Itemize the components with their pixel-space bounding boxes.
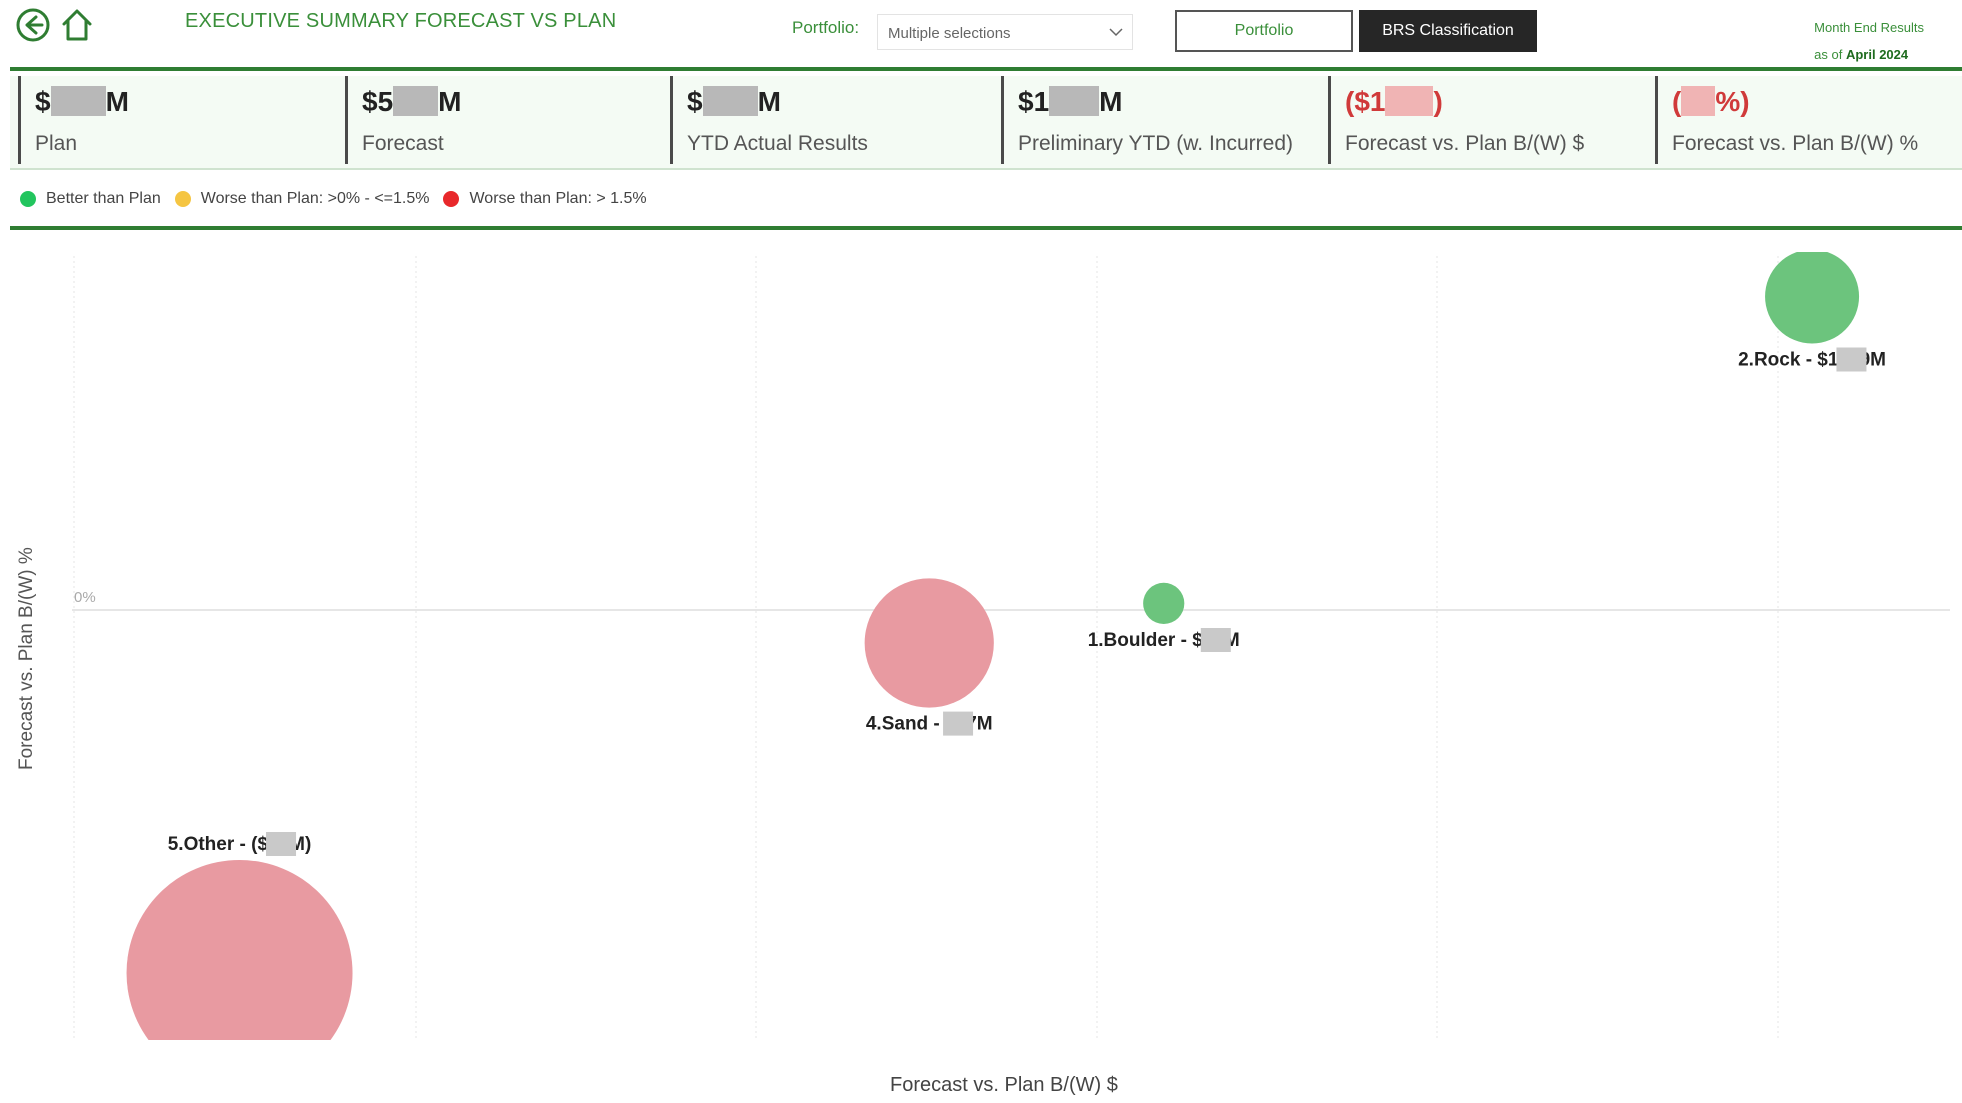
redacted-block (1200, 628, 1231, 652)
asof-date: April 2024 (1845, 47, 1909, 62)
kpi-forecast-vs-plan-percent: (%) Forecast vs. Plan B/(W) % (1655, 76, 1960, 164)
bubble-point[interactable] (126, 860, 353, 1086)
legend-item-better: Better than Plan (20, 190, 161, 208)
kpi-label: YTD Actual Results (687, 132, 868, 155)
kpi-preliminary-ytd: $1 M Preliminary YTD (w. Incurred) (1001, 76, 1331, 164)
portfolio-dropdown-value: Multiple selections (888, 25, 1011, 42)
redacted-block (1836, 347, 1867, 372)
page-title: EXECUTIVE SUMMARY FORECAST VS PLAN (185, 10, 617, 32)
legend-item-worse-low: Worse than Plan: >0% - <=1.5% (174, 190, 430, 208)
back-icon[interactable] (14, 6, 52, 44)
redacted-block (1385, 86, 1434, 116)
kpi-label: Forecast vs. Plan B/(W) % (1672, 132, 1919, 155)
legend-dot-green (20, 191, 36, 207)
bubbles-layer (126, 250, 1860, 1086)
legend-item-worse-high: Worse than Plan: > 1.5% (443, 190, 647, 208)
kpi-label: Plan (35, 132, 78, 155)
portfolio-toggle-button[interactable]: Portfolio (1175, 10, 1353, 52)
legend-dot-red (443, 191, 460, 207)
legend-label: Worse than Plan: > 1.5% (469, 190, 647, 207)
kpi-ytd-actual: $ M YTD Actual Results (670, 76, 1002, 164)
kpi-value: $ M (35, 86, 129, 117)
bubble-labels-layer: 2.Rock - $1 9M1.Boulder - $ M4.Sand - 7M… (168, 347, 1886, 856)
redacted-block (50, 86, 106, 116)
redacted-block (266, 832, 297, 856)
portfolio-filter-label: Portfolio: (792, 18, 860, 37)
redacted-block (1681, 86, 1716, 116)
kpi-forecast-vs-plan-dollars: ($1) Forecast vs. Plan B/(W) $ (1328, 76, 1658, 164)
kpi-plan: $ M Plan (18, 76, 346, 164)
bubble-point[interactable] (1143, 582, 1185, 625)
asof-prefix: as of (1814, 47, 1843, 62)
legend-dot-yellow (174, 191, 191, 207)
portfolio-dropdown[interactable]: Multiple selections (877, 14, 1133, 50)
kpi-value: $1 M (1018, 86, 1123, 117)
status-legend: Better than Plan Worse than Plan: >0% - … (20, 190, 661, 208)
kpi-label: Forecast vs. Plan B/(W) $ (1345, 132, 1585, 155)
home-icon[interactable] (58, 6, 96, 44)
asof-line1: Month End Results (1814, 20, 1924, 35)
kpi-value: $5 M (362, 86, 462, 117)
kpi-label: Forecast (362, 132, 444, 155)
redacted-block (393, 86, 439, 116)
brs-classification-toggle-button[interactable]: BRS Classification (1359, 10, 1537, 52)
kpi-value: (%) (1672, 86, 1750, 117)
chevron-down-icon (1109, 28, 1123, 37)
kpi-forecast: $5 M Forecast (345, 76, 671, 164)
redacted-block (1049, 86, 1100, 116)
header-divider (10, 67, 1962, 71)
kpi-label: Preliminary YTD (w. Incurred) (1018, 132, 1294, 155)
asof-line2: as of April 2024 (1814, 41, 1924, 68)
bubble-point[interactable] (864, 578, 994, 708)
legend-label: Better than Plan (46, 190, 161, 207)
redacted-block (702, 86, 758, 116)
as-of-info: Month End Results as of April 2024 (1814, 14, 1924, 68)
bubble-point[interactable] (1765, 250, 1860, 344)
kpi-value: ($1) (1345, 86, 1443, 117)
x-axis-label: Forecast vs. Plan B/(W) $ (890, 1074, 1118, 1096)
kpi-value: $ M (687, 86, 781, 117)
legend-label: Worse than Plan: >0% - <=1.5% (200, 190, 430, 207)
kpi-row: $ M Plan $5 M Forecast $ M YTD Actual Resul… (10, 76, 1962, 170)
scatter-chart: 0% 2.Rock - $1 9M1.Boulder - $ M4.Sand -… (72, 250, 1950, 1086)
y-tick-label: 0% (74, 589, 96, 606)
data-label: 4.Sand - 7M (866, 714, 993, 735)
legend-divider (10, 226, 1962, 230)
y-axis-label: Forecast vs. Plan B/(W) % (16, 547, 37, 770)
redacted-block (943, 711, 974, 736)
